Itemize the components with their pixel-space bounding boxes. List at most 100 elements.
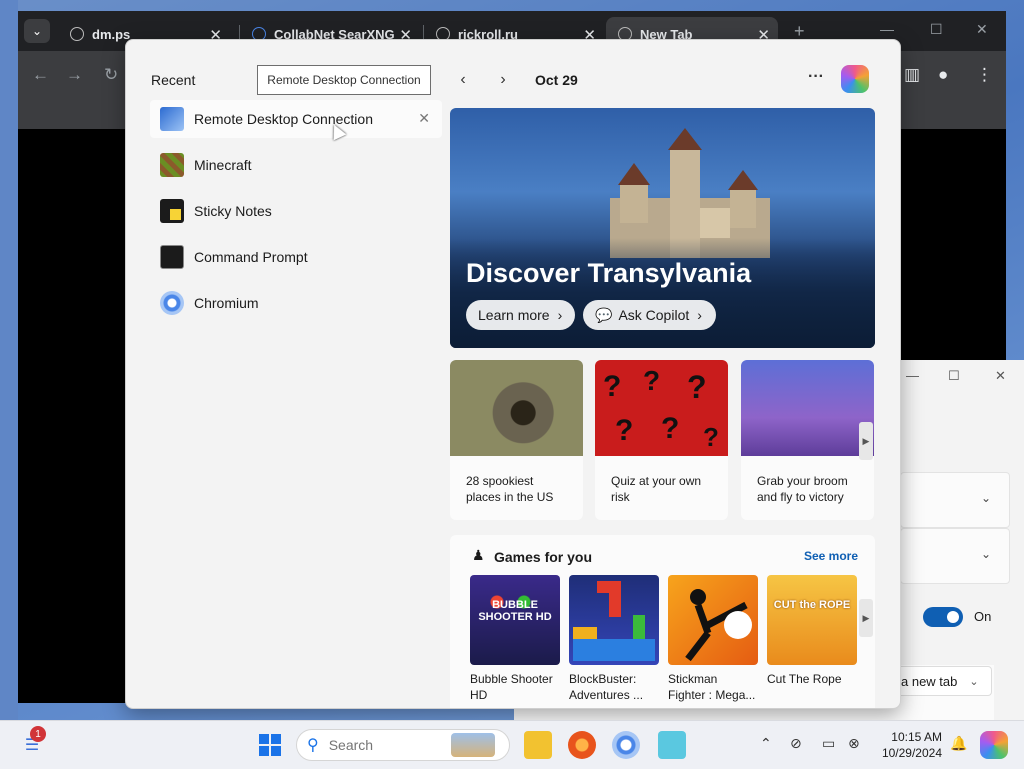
sticky-notes-icon (160, 199, 184, 223)
hero-card[interactable]: Discover Transylvania Learn more › 💬 Ask… (450, 108, 875, 348)
chevron-right-icon: › (557, 307, 563, 323)
games-title: Games for you (494, 549, 593, 565)
scroll-right-icon[interactable]: ▶ (859, 599, 873, 637)
settings-toggle[interactable] (923, 607, 963, 627)
recent-item-minecraft[interactable]: Minecraft (150, 146, 442, 184)
card-image: ? ? ? ? ? ? (595, 360, 728, 456)
recent-item-label: Chromium (194, 295, 259, 311)
card-image (741, 360, 874, 456)
maximize-icon[interactable]: ☐ (948, 368, 960, 384)
settings-row[interactable]: ⌄ (900, 528, 1010, 584)
previous-icon[interactable]: ‹ (451, 71, 475, 89)
network-icon[interactable]: ⊘ (790, 735, 802, 752)
recent-item-remote-desktop[interactable]: Remote Desktop Connection ✕ (150, 100, 442, 138)
start-button[interactable] (256, 731, 284, 759)
profile-icon[interactable]: ● (938, 65, 948, 85)
card-title: Grab your broom and fly to victory (757, 474, 848, 504)
game-image (668, 575, 758, 665)
game-name: Cut The Rope (767, 672, 842, 686)
select-value: a new tab (901, 673, 958, 689)
clock-time: 10:15 AM (891, 730, 942, 744)
ask-copilot-button[interactable]: 💬 Ask Copilot › (583, 300, 716, 330)
game-image: BUBBLE SHOOTER HD (470, 575, 560, 665)
search-highlight-image (450, 733, 495, 757)
svg-text:?: ? (687, 369, 707, 405)
feed-date: Oct 29 (535, 72, 578, 88)
notification-bell-icon[interactable]: 🔔 (950, 735, 967, 752)
tab-search-button[interactable]: ⌄ (24, 19, 50, 43)
recent-list: Remote Desktop Connection ✕ Minecraft St… (150, 100, 442, 330)
scroll-right-icon[interactable]: ▶ (859, 422, 873, 460)
recent-item-sticky-notes[interactable]: Sticky Notes (150, 192, 442, 230)
taskbar: ☰ 1 ⚲ ⌃ ⊘ ▭ ⊗ 10:15 AM 10/29/2024 🔔 (0, 720, 1024, 769)
recent-item-command-prompt[interactable]: Command Prompt (150, 238, 442, 276)
firefox-icon[interactable] (568, 731, 596, 759)
forest-overlay (450, 238, 875, 348)
close-window-icon[interactable]: ✕ (976, 21, 988, 38)
display-icon[interactable]: ▭ (822, 735, 835, 752)
settings-row[interactable]: ⌄ (900, 472, 1010, 528)
see-more-link[interactable]: See more (804, 549, 858, 563)
game-tile[interactable]: CUT the ROPE Cut The Rope (767, 575, 857, 687)
maximize-icon[interactable]: ☐ (930, 21, 943, 38)
windows-logo-icon (259, 734, 281, 756)
more-options-icon[interactable]: ··· (808, 68, 824, 86)
card-title: 28 spookiest places in the US (466, 474, 554, 504)
copilot-icon[interactable] (841, 65, 869, 93)
clock-date: 10/29/2024 (881, 746, 942, 760)
game-tile[interactable]: BUBBLE SHOOTER HD Bubble Shooter HD (470, 575, 560, 703)
game-art-label: BUBBLE SHOOTER HD (478, 599, 552, 623)
blocks-art (573, 581, 655, 661)
chevron-down-icon: ⌄ (980, 491, 991, 505)
minimize-icon[interactable]: — (880, 21, 894, 37)
chevron-down-icon: ⌄ (980, 547, 991, 561)
news-card[interactable]: ? ? ? ? ? ? Quiz at your own risk (595, 360, 728, 520)
reload-icon[interactable]: ↻ (104, 65, 118, 85)
learn-more-button[interactable]: Learn more › (466, 300, 575, 330)
search-input[interactable] (326, 736, 451, 754)
svg-text:?: ? (643, 365, 660, 396)
recent-item-label: Remote Desktop Connection (194, 111, 373, 127)
svg-text:?: ? (661, 412, 679, 445)
file-explorer-icon[interactable] (524, 731, 552, 759)
back-icon[interactable]: ← (32, 65, 49, 85)
learn-more-label: Learn more (478, 307, 550, 323)
volume-icon[interactable]: ⊗ (848, 735, 860, 752)
chevron-up-icon[interactable]: ⌃ (760, 735, 772, 752)
minimize-icon[interactable]: — (906, 368, 919, 383)
toggle-label: On (974, 609, 992, 624)
chat-icon: 💬 (595, 306, 613, 323)
feed-nav: ‹ › Oct 29 (451, 68, 578, 92)
close-window-icon[interactable]: ✕ (995, 368, 1006, 384)
desktop-icons-strip (0, 0, 18, 720)
clock[interactable]: 10:15 AM 10/29/2024 (878, 729, 942, 761)
game-image (569, 575, 659, 665)
sidebar-icon[interactable]: ▥ (904, 65, 920, 85)
new-tab-select[interactable]: a new tab ⌄ (888, 666, 992, 696)
games-icon: ♟ (472, 547, 485, 563)
rdc-icon (160, 107, 184, 131)
minecraft-icon (160, 153, 184, 177)
news-card[interactable]: 28 spookiest places in the US (450, 360, 583, 520)
menu-icon[interactable]: ⋮ (976, 65, 993, 85)
svg-text:?: ? (615, 414, 633, 447)
card-image (450, 360, 583, 456)
tab-title: dm.ps (92, 26, 131, 42)
recent-item-label: Minecraft (194, 157, 252, 173)
forward-icon[interactable]: → (66, 65, 83, 85)
games-section: ♟ Games for you See more BUBBLE SHOOTER … (450, 535, 875, 708)
recent-item-chromium[interactable]: Chromium (150, 284, 442, 322)
notepad-icon[interactable] (658, 731, 686, 759)
game-tile[interactable]: Stickman Fighter : Mega... (668, 575, 758, 703)
copilot-taskbar-icon[interactable] (980, 731, 1008, 759)
notification-badge: 1 (30, 726, 46, 742)
recent-item-label: Command Prompt (194, 249, 308, 265)
news-card[interactable]: Grab your broom and fly to victory (741, 360, 874, 520)
remove-icon[interactable]: ✕ (418, 110, 430, 127)
next-icon[interactable]: › (491, 71, 515, 89)
search-icon: ⚲ (307, 737, 319, 754)
chromium-taskbar-icon[interactable] (612, 731, 640, 759)
game-tile[interactable]: BlockBuster: Adventures ... (569, 575, 659, 703)
taskbar-search[interactable]: ⚲ (296, 729, 510, 761)
svg-text:?: ? (703, 422, 719, 452)
